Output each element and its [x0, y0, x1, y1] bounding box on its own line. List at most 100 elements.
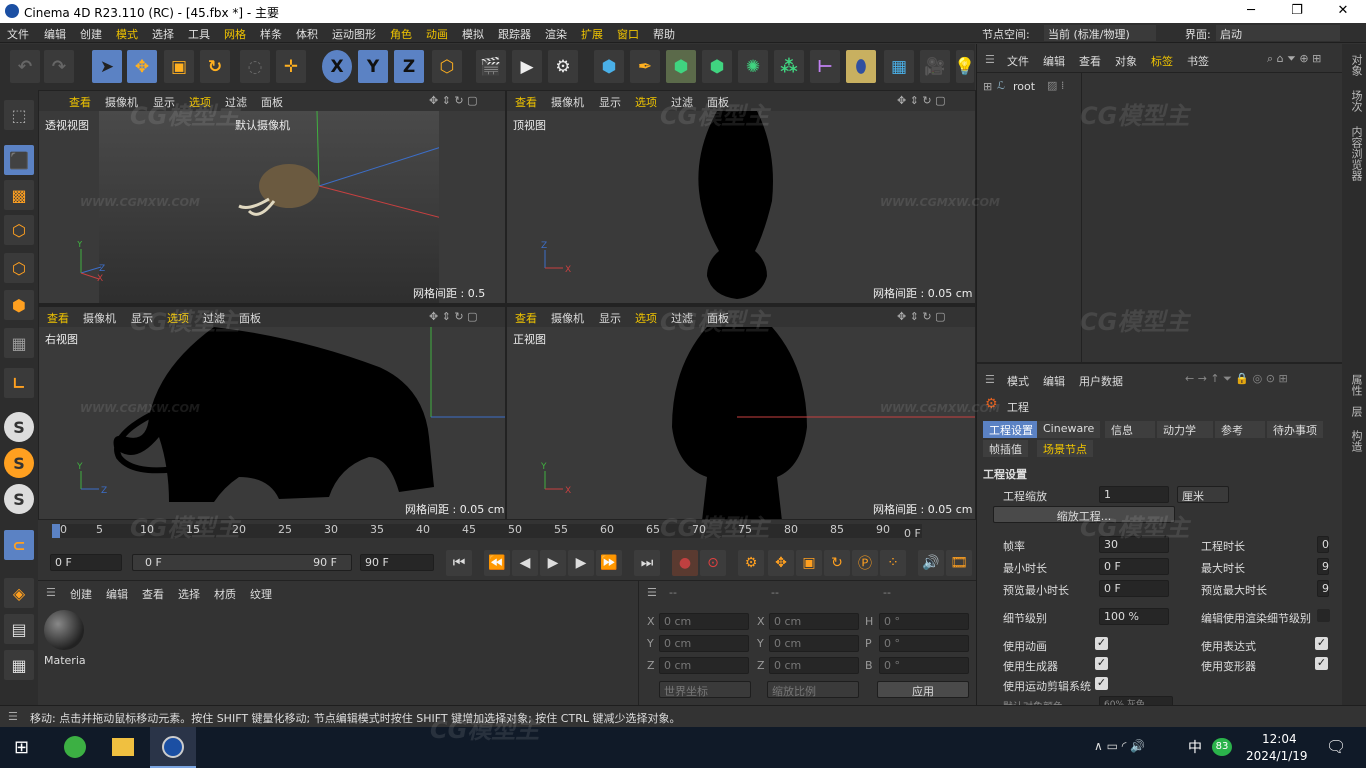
max-time-field[interactable]: 9: [1317, 558, 1329, 575]
cloner-icon[interactable]: ✺: [738, 50, 768, 83]
clock-date[interactable]: 2024/1/19: [1246, 749, 1308, 763]
vp2-menu-view[interactable]: 查看: [515, 94, 537, 110]
project-time-field[interactable]: 0: [1317, 536, 1329, 553]
viewport-front[interactable]: 查看 摄像机 显示 选项 过滤 面板 ✥ ⇕ ↻ ▢ 正视图 网格间距 : 0.…: [506, 306, 976, 520]
min-time-field[interactable]: 0 F: [1099, 558, 1169, 575]
pos-y-field[interactable]: 0 cm: [659, 635, 749, 652]
points-mode-icon[interactable]: ⬡: [4, 215, 34, 245]
key-rotation-icon[interactable]: ↻: [824, 550, 850, 576]
scale-project-button[interactable]: 缩放工程...: [993, 506, 1175, 523]
menu-create[interactable]: 创建: [80, 26, 102, 42]
use-deformers-checkbox[interactable]: ✓: [1315, 657, 1328, 670]
uv-mode-icon[interactable]: ▦: [4, 328, 34, 358]
material-thumbnail[interactable]: [44, 610, 84, 650]
vp1-nav-icons[interactable]: ✥ ⇕ ↻ ▢: [429, 94, 478, 107]
preview-min-field[interactable]: 0 F: [1099, 580, 1169, 597]
x-axis-lock-icon[interactable]: X: [322, 50, 352, 83]
lod-field[interactable]: 100 %: [1099, 608, 1169, 625]
use-animation-checkbox[interactable]: ✓: [1095, 637, 1108, 650]
render-lod-checkbox[interactable]: [1317, 609, 1330, 622]
vp4-menu-view[interactable]: 查看: [515, 310, 537, 326]
vp2-menu-camera[interactable]: 摄像机: [551, 94, 584, 110]
model-mode-icon[interactable]: ⬛: [4, 145, 34, 175]
menu-help[interactable]: 帮助: [653, 26, 675, 42]
vp1-camera-label[interactable]: 默认摄像机: [235, 117, 290, 133]
snap-icon[interactable]: ⊂: [4, 530, 34, 560]
side-tab-structure[interactable]: 构造: [1348, 430, 1364, 452]
record-off-icon[interactable]: ●: [672, 550, 698, 576]
obj-menu-file[interactable]: 文件: [1007, 53, 1029, 69]
vp4-menu-filter[interactable]: 过滤: [671, 310, 693, 326]
extrude-icon[interactable]: ⬢: [702, 50, 732, 83]
menu-select[interactable]: 选择: [152, 26, 174, 42]
lock-workplane-icon[interactable]: ▤: [4, 614, 34, 644]
tab-scene-nodes[interactable]: 场景节点: [1037, 440, 1093, 457]
vp2-menu-display[interactable]: 显示: [599, 94, 621, 110]
clock-time[interactable]: 12:04: [1262, 732, 1297, 746]
obj-menu-view[interactable]: 查看: [1079, 53, 1101, 69]
menu-mograph[interactable]: 运动图形: [332, 26, 376, 42]
vp3-menu-options[interactable]: 选项: [167, 310, 189, 326]
next-key-icon[interactable]: ⏩: [596, 550, 622, 576]
fps-field[interactable]: 30: [1099, 536, 1169, 553]
status-menu-icon[interactable]: ☰: [8, 710, 18, 723]
menu-edit[interactable]: 编辑: [44, 26, 66, 42]
node-space-select[interactable]: 当前 (标准/物理): [1044, 25, 1156, 41]
attr-toolbar-icons[interactable]: ← → ↑ ⏷ 🔒 ◎ ⊙ ⊞: [1185, 372, 1288, 386]
obj-menu-edit[interactable]: 编辑: [1043, 53, 1065, 69]
object-tree[interactable]: ⊞ ℒ root ▨ ⁞: [977, 72, 1343, 363]
cube-object-icon[interactable]: ⬢: [594, 50, 624, 83]
layout-select[interactable]: 启动: [1216, 25, 1340, 41]
next-frame-icon[interactable]: ▶: [568, 550, 594, 576]
menu-simulate[interactable]: 模拟: [462, 26, 484, 42]
obj-menu-bookmarks[interactable]: 书签: [1187, 53, 1209, 69]
tab-dynamics[interactable]: 动力学: [1157, 421, 1213, 438]
rot-b-field[interactable]: 0 °: [879, 657, 969, 674]
preview-max-field[interactable]: 9: [1317, 580, 1329, 597]
render-view-icon[interactable]: 🎬: [476, 50, 506, 83]
vp3-menu-camera[interactable]: 摄像机: [83, 310, 116, 326]
mograph-icon[interactable]: ⁂: [774, 50, 804, 83]
goto-end-icon[interactable]: ⏭: [634, 550, 660, 576]
ime-indicator[interactable]: 中: [1188, 737, 1202, 757]
use-expressions-checkbox[interactable]: ✓: [1315, 637, 1328, 650]
vp3-nav-icons[interactable]: ✥ ⇕ ↻ ▢: [429, 310, 478, 323]
file-explorer-icon[interactable]: [112, 738, 134, 756]
mat-menu-edit[interactable]: 编辑: [106, 586, 128, 602]
recent-tool-icon[interactable]: ◌: [240, 50, 270, 83]
object-root[interactable]: root: [1013, 80, 1035, 93]
mat-menu-view[interactable]: 查看: [142, 586, 164, 602]
browser-icon[interactable]: [64, 736, 86, 758]
vp4-nav-icons[interactable]: ✥ ⇕ ↻ ▢: [897, 310, 946, 323]
field-icon[interactable]: ⬮: [846, 50, 876, 83]
prev-key-icon[interactable]: ⏪: [484, 550, 510, 576]
render-settings-icon[interactable]: ⚙: [548, 50, 578, 83]
transform-tool-icon[interactable]: ✛: [276, 50, 306, 83]
play-icon[interactable]: ▶: [540, 550, 566, 576]
maximize-button[interactable]: ❐: [1274, 0, 1320, 23]
light-icon[interactable]: 💡: [954, 50, 976, 83]
mat-menu-texture[interactable]: 纹理: [250, 586, 272, 602]
rotate-tool-icon[interactable]: ↻: [200, 50, 230, 83]
tab-reference[interactable]: 参考: [1215, 421, 1265, 438]
key-scale-icon[interactable]: ▣: [796, 550, 822, 576]
notification-icon[interactable]: 🗨: [1326, 737, 1346, 756]
coordinate-system-icon[interactable]: ⬡: [432, 50, 462, 83]
menu-extensions[interactable]: 扩展: [581, 26, 603, 42]
tab-frame-interpolation[interactable]: 帧插值: [983, 440, 1028, 457]
scale-mode-select[interactable]: 缩放比例: [767, 681, 859, 698]
cinema4d-taskbar-item[interactable]: [150, 727, 196, 768]
menu-volume[interactable]: 体积: [296, 26, 318, 42]
vp4-menu-options[interactable]: 选项: [635, 310, 657, 326]
prev-frame-icon[interactable]: ◀: [512, 550, 538, 576]
side-tab-objects[interactable]: 对象: [1348, 54, 1364, 76]
menu-mode[interactable]: 模式: [116, 26, 138, 42]
vp4-menu-display[interactable]: 显示: [599, 310, 621, 326]
tab-info[interactable]: 信息: [1105, 421, 1155, 438]
keyframe-selection-icon[interactable]: ⚙: [738, 550, 764, 576]
vp3-menu-filter[interactable]: 过滤: [203, 310, 225, 326]
range-slider[interactable]: 0 F 90 F: [132, 554, 352, 571]
viewport-perspective[interactable]: 查看 摄像机 显示 选项 过滤 面板 ✥ ⇕ ↻ ▢ 透视视图 默认摄像机 网格…: [38, 90, 506, 304]
menu-tracker[interactable]: 跟踪器: [498, 26, 531, 42]
mat-menu-select[interactable]: 选择: [178, 586, 200, 602]
